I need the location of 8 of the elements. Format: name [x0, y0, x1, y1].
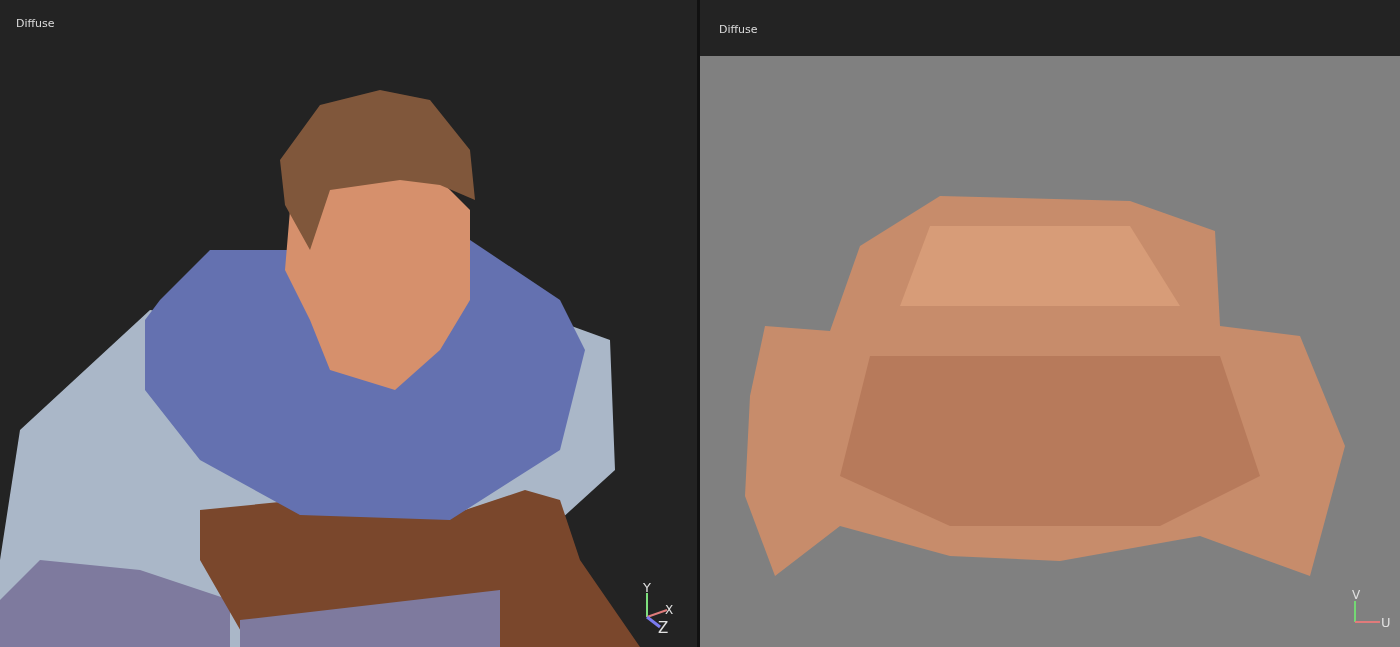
axis-label: V: [1352, 589, 1361, 601]
viewport-title: Diffuse: [719, 23, 758, 36]
axis-label: X: [665, 604, 674, 616]
axis-gizmo-drawing: [1354, 601, 1380, 623]
axis-label: Z: [658, 621, 669, 636]
viewport-title: Diffuse: [16, 16, 55, 32]
axis-label: Y: [643, 581, 651, 594]
axis-label: U: [1381, 616, 1391, 629]
